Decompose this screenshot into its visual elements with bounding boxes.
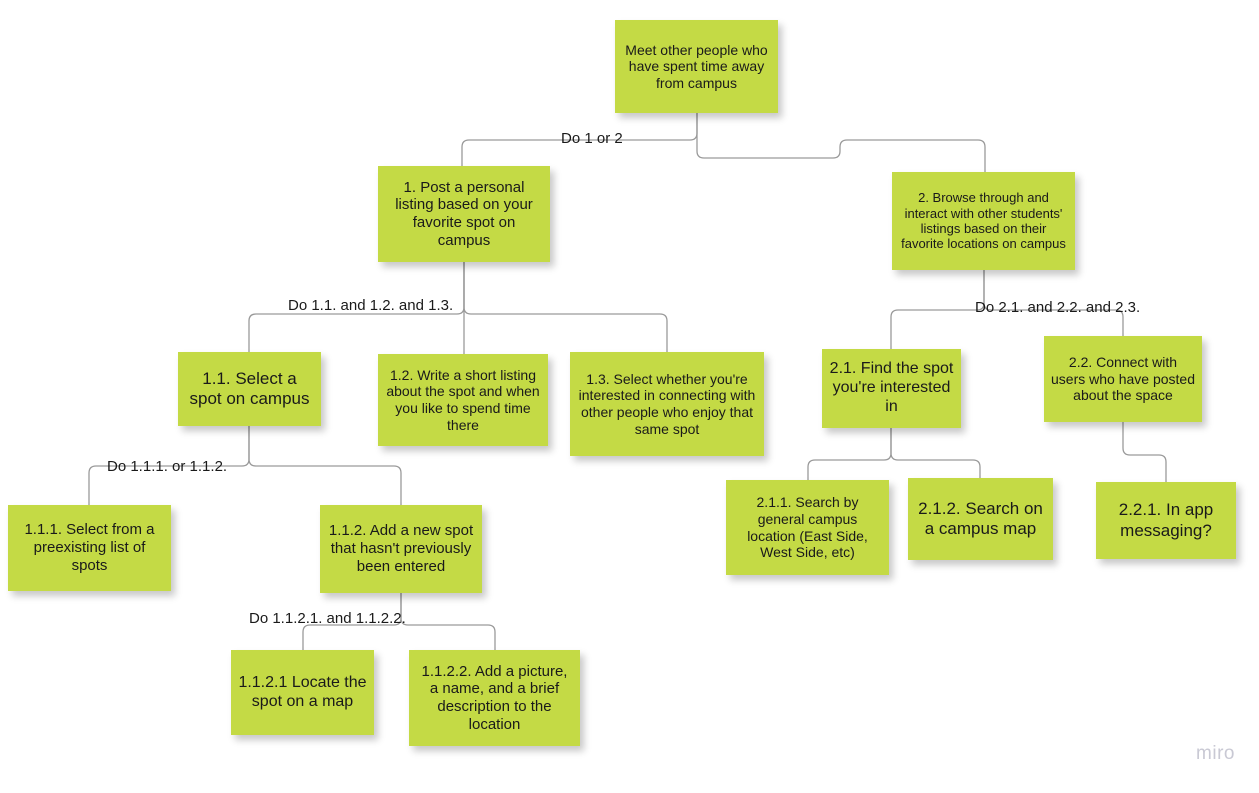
sticky-note-text: 1.1.2. Add a new spot that hasn't previo… [328,522,474,575]
sticky-note-root[interactable]: Meet other people who have spent time aw… [615,20,778,113]
edge-21-212 [890,428,981,478]
sticky-note-n22[interactable]: 2.2. Connect with users who have posted … [1044,336,1202,422]
sticky-note-text: 2.2. Connect with users who have posted … [1051,354,1195,404]
sticky-note-text: 1.1.2.2. Add a picture, a name, and a br… [421,662,568,733]
edge-1-13 [463,262,668,352]
edge-22-221 [1122,422,1167,482]
sticky-note-text: 1.1.2.1 Locate the spot on a map [238,673,367,710]
sticky-note-text: 1.1.1. Select from a preexisting list of… [24,521,155,574]
edge-label-lbl-n2[interactable]: Do 2.1. and 2.2. and 2.3. [975,299,1140,316]
sticky-note-text: 2.2.1. In app messaging? [1118,500,1214,540]
sticky-note-n212[interactable]: 2.1.2. Search on a campus map [908,478,1053,560]
sticky-note-n11[interactable]: 1.1. Select a spot on campus [178,352,321,426]
sticky-note-n1121[interactable]: 1.1.2.1 Locate the spot on a map [231,650,374,735]
edge-label-lbl-n112[interactable]: Do 1.1.2.1. and 1.1.2.2. [249,610,406,627]
sticky-note-n21[interactable]: 2.1. Find the spot you're interested in [822,349,961,428]
miro-board-canvas[interactable]: Meet other people who have spent time aw… [0,0,1259,793]
sticky-note-n211[interactable]: 2.1.1. Search by general campus location… [726,480,889,575]
sticky-note-text: 2.1. Find the spot you're interested in [829,360,954,415]
sticky-note-n112[interactable]: 1.1.2. Add a new spot that hasn't previo… [320,505,482,593]
edge-label-lbl-n1[interactable]: Do 1.1. and 1.2. and 1.3. [288,297,453,314]
edge-label-lbl-root[interactable]: Do 1 or 2 [561,130,623,147]
edge-root-2 [696,113,986,172]
sticky-note-text: 2. Browse through and interact with othe… [901,190,1066,252]
sticky-note-n13[interactable]: 1.3. Select whether you're interested in… [570,352,764,456]
edge-2-21 [890,270,985,349]
edge-21-211 [807,428,892,480]
sticky-note-n111[interactable]: 1.1.1. Select from a preexisting list of… [8,505,171,591]
sticky-note-text: Meet other people who have spent time aw… [625,41,768,91]
edge-112-1122 [400,593,496,650]
sticky-note-n2[interactable]: 2. Browse through and interact with othe… [892,172,1075,270]
sticky-note-n1[interactable]: 1. Post a personal listing based on your… [378,166,550,262]
sticky-note-text: 1. Post a personal listing based on your… [395,178,533,249]
sticky-note-text: 1.2. Write a short listing about the spo… [386,366,540,433]
sticky-note-text: 2.1.1. Search by general campus location… [747,494,868,561]
sticky-note-n1122[interactable]: 1.1.2.2. Add a picture, a name, and a br… [409,650,580,746]
sticky-note-text: 2.1.2. Search on a campus map [918,498,1043,538]
sticky-note-n221[interactable]: 2.2.1. In app messaging? [1096,482,1236,559]
edge-label-lbl-n11[interactable]: Do 1.1.1. or 1.1.2. [107,458,227,475]
sticky-note-text: 1.3. Select whether you're interested in… [578,370,756,437]
sticky-note-n12[interactable]: 1.2. Write a short listing about the spo… [378,354,548,446]
miro-watermark: miro [1196,743,1235,764]
sticky-note-text: 1.1. Select a spot on campus [189,368,310,408]
